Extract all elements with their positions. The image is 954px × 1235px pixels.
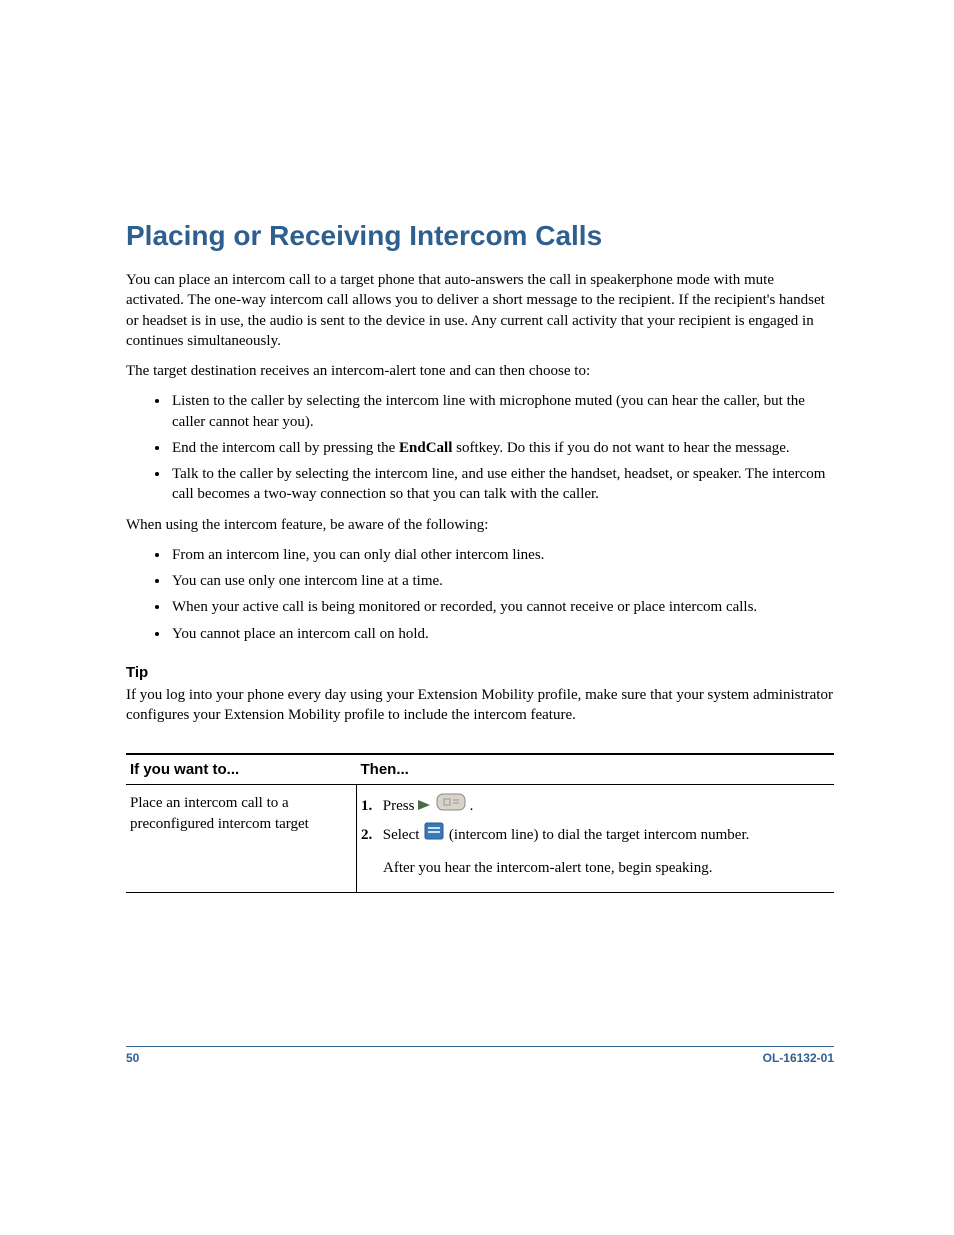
intercom-line-icon: [423, 821, 445, 851]
list-item: You cannot place an intercom call on hol…: [170, 624, 834, 644]
dest-options-list: Listen to the caller by selecting the in…: [126, 391, 834, 504]
step-text: Select: [383, 827, 423, 843]
intro-paragraph: You can place an intercom call to a targ…: [126, 270, 834, 351]
list-item: End the intercom call by pressing the En…: [170, 438, 834, 458]
right-arrow-icon: [418, 794, 432, 820]
table-header-if: If you want to...: [126, 754, 357, 785]
list-item: From an intercom line, you can only dial…: [170, 545, 834, 565]
aware-intro: When using the intercom feature, be awar…: [126, 515, 834, 535]
step-note: After you hear the intercom-alert tone, …: [361, 856, 828, 882]
list-item: Talk to the caller by selecting the inte…: [170, 464, 834, 505]
endcall-softkey-name: EndCall: [399, 440, 452, 456]
table-row: Place an intercom call to a preconfigure…: [126, 785, 834, 893]
tip-heading: Tip: [126, 664, 834, 681]
aware-list: From an intercom line, you can only dial…: [126, 545, 834, 644]
list-item: Listen to the caller by selecting the in…: [170, 391, 834, 432]
dest-intro: The target destination receives an inter…: [126, 361, 834, 381]
table-cell-steps: 1. Press .: [357, 785, 835, 893]
list-item: You can use only one intercom line at a …: [170, 571, 834, 591]
step-text: .: [470, 798, 474, 814]
step-text: (intercom line) to dial the target inter…: [449, 827, 749, 843]
tip-body: If you log into your phone every day usi…: [126, 685, 834, 726]
document-id: OL-16132-01: [763, 1051, 834, 1065]
table-cell-action: Place an intercom call to a preconfigure…: [126, 785, 357, 893]
page-footer: 50 OL-16132-01: [126, 1046, 834, 1065]
page-heading: Placing or Receiving Intercom Calls: [126, 220, 834, 252]
step-number: 2.: [361, 823, 379, 849]
text: softkey. Do this if you do not want to h…: [452, 440, 789, 456]
instruction-table: If you want to... Then... Place an inter…: [126, 753, 834, 893]
page-number: 50: [126, 1051, 139, 1065]
text: End the intercom call by pressing the: [172, 440, 399, 456]
line-button-icon: [436, 793, 466, 821]
step-text: Press: [383, 798, 418, 814]
list-item: When your active call is being monitored…: [170, 597, 834, 617]
step-number: 1.: [361, 794, 379, 820]
table-header-then: Then...: [357, 754, 835, 785]
